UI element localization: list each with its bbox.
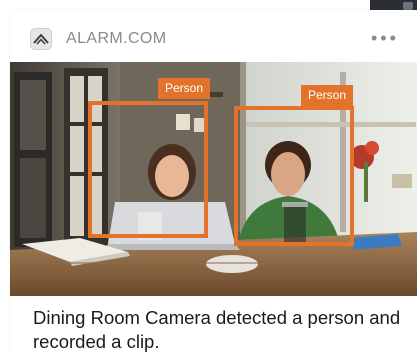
person-detection-label-2: Person	[301, 85, 354, 106]
camera-snapshot[interactable]: Person Person	[10, 62, 417, 296]
notification-message: Dining Room Camera detected a person and…	[33, 307, 401, 352]
person-detection-box-1	[88, 101, 208, 238]
camera-scene	[10, 62, 417, 296]
app-name: ALARM.COM	[66, 30, 167, 47]
background-window-control	[403, 2, 413, 10]
notification-card[interactable]: ALARM.COM ••• Person Person Dining Room …	[10, 10, 417, 352]
person-detection-box-2	[234, 106, 354, 246]
notification-header: ALARM.COM •••	[10, 10, 417, 62]
person-detection-label-1: Person	[158, 78, 211, 99]
alarm-com-logo-icon	[30, 28, 52, 50]
more-horizontal-icon[interactable]: •••	[371, 29, 411, 47]
